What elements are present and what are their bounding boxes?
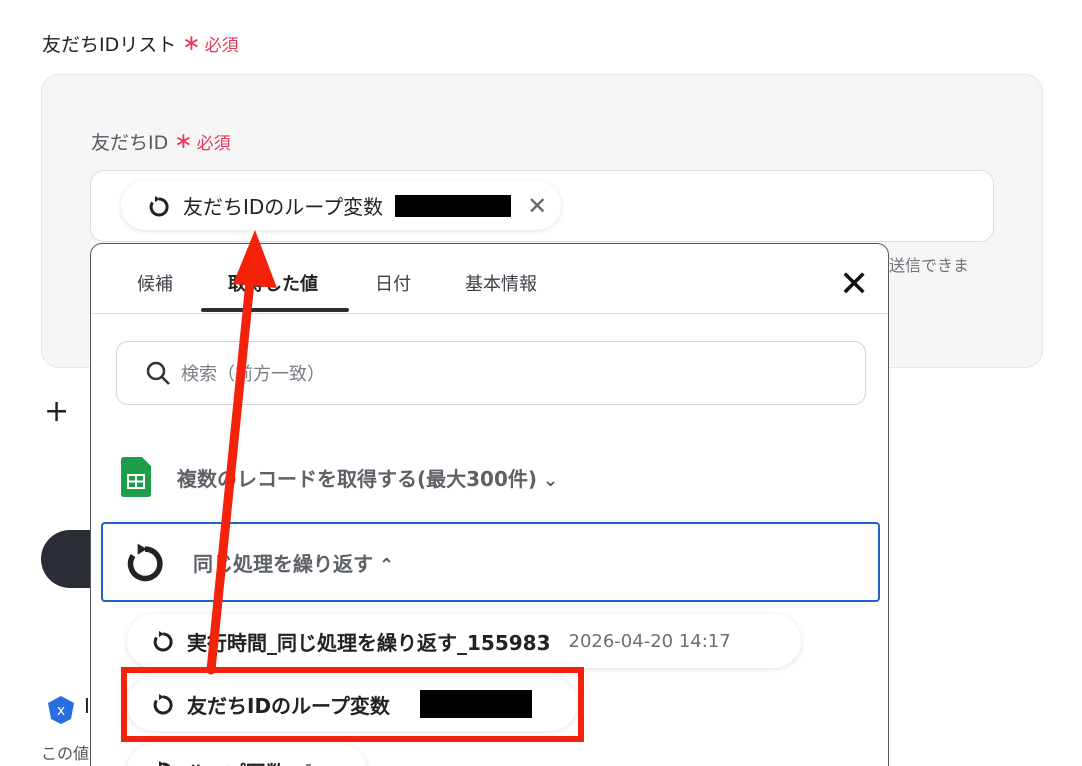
annotation-arrow-icon (206, 230, 277, 675)
